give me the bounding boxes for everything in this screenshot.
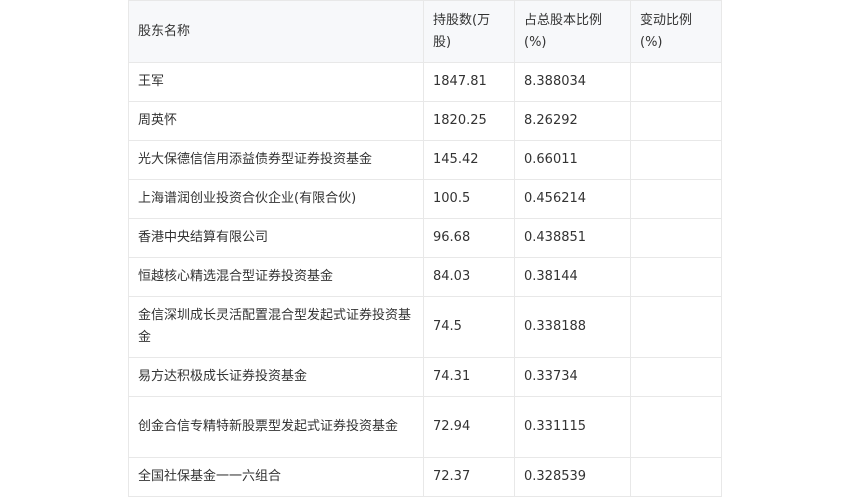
table-row: 金信深圳成长灵活配置混合型发起式证券投资基金 74.5 0.338188 [128,296,722,358]
cell-change-ratio [630,396,722,458]
cell-change-ratio [630,101,722,141]
cell-shares-held: 100.5 [423,179,515,219]
cell-shareholder-name: 上海谱润创业投资合伙企业(有限合伙) [128,179,424,219]
cell-shares-held: 72.94 [423,396,515,458]
cell-shareholder-name: 香港中央结算有限公司 [128,218,424,258]
cell-share-ratio: 0.33734 [514,357,631,397]
cell-change-ratio [630,257,722,297]
table-row: 周英怀 1820.25 8.26292 [128,101,722,141]
table-row: 恒越核心精选混合型证券投资基金 84.03 0.38144 [128,257,722,297]
cell-shareholder-name: 全国社保基金一一六组合 [128,457,424,497]
cell-share-ratio: 0.331115 [514,396,631,458]
cell-shareholder-name: 创金合信专精特新股票型发起式证券投资基金 [128,396,424,458]
header-change-ratio: 变动比例(%) [630,0,722,63]
table-body: 王军 1847.81 8.388034 周英怀 1820.25 8.26292 … [128,62,722,497]
header-row: 股东名称 持股数(万股) 占总股本比例(%) 变动比例(%) [128,0,722,63]
cell-shareholder-name: 易方达积极成长证券投资基金 [128,357,424,397]
cell-change-ratio [630,140,722,180]
table-row: 王军 1847.81 8.388034 [128,62,722,102]
cell-shares-held: 74.5 [423,296,515,358]
table-row: 上海谱润创业投资合伙企业(有限合伙) 100.5 0.456214 [128,179,722,219]
cell-shareholder-name: 金信深圳成长灵活配置混合型发起式证券投资基金 [128,296,424,358]
cell-share-ratio: 0.338188 [514,296,631,358]
table-row: 易方达积极成长证券投资基金 74.31 0.33734 [128,357,722,397]
cell-shareholder-name: 王军 [128,62,424,102]
cell-shares-held: 74.31 [423,357,515,397]
table-row: 香港中央结算有限公司 96.68 0.438851 [128,218,722,258]
table-row: 全国社保基金一一六组合 72.37 0.328539 [128,457,722,497]
table-row: 创金合信专精特新股票型发起式证券投资基金 72.94 0.331115 [128,396,722,458]
cell-share-ratio: 8.26292 [514,101,631,141]
cell-share-ratio: 8.388034 [514,62,631,102]
cell-change-ratio [630,357,722,397]
cell-share-ratio: 0.328539 [514,457,631,497]
header-shares-held: 持股数(万股) [423,0,515,63]
cell-change-ratio [630,218,722,258]
cell-share-ratio: 0.38144 [514,257,631,297]
cell-change-ratio [630,62,722,102]
cell-shareholder-name: 周英怀 [128,101,424,141]
cell-shares-held: 1847.81 [423,62,515,102]
cell-shareholder-name: 光大保德信信用添益债券型证券投资基金 [128,140,424,180]
cell-shares-held: 1820.25 [423,101,515,141]
table-row: 光大保德信信用添益债券型证券投资基金 145.42 0.66011 [128,140,722,180]
cell-share-ratio: 0.66011 [514,140,631,180]
shareholders-table: 股东名称 持股数(万股) 占总股本比例(%) 变动比例(%) 王军 1847.8… [128,0,722,497]
cell-change-ratio [630,457,722,497]
cell-shareholder-name: 恒越核心精选混合型证券投资基金 [128,257,424,297]
cell-shares-held: 84.03 [423,257,515,297]
table-header: 股东名称 持股数(万股) 占总股本比例(%) 变动比例(%) [128,0,722,63]
cell-change-ratio [630,296,722,358]
header-shareholder-name: 股东名称 [128,0,424,63]
header-share-ratio: 占总股本比例(%) [514,0,631,63]
cell-change-ratio [630,179,722,219]
cell-share-ratio: 0.438851 [514,218,631,258]
cell-shares-held: 72.37 [423,457,515,497]
cell-shares-held: 145.42 [423,140,515,180]
cell-share-ratio: 0.456214 [514,179,631,219]
cell-shares-held: 96.68 [423,218,515,258]
